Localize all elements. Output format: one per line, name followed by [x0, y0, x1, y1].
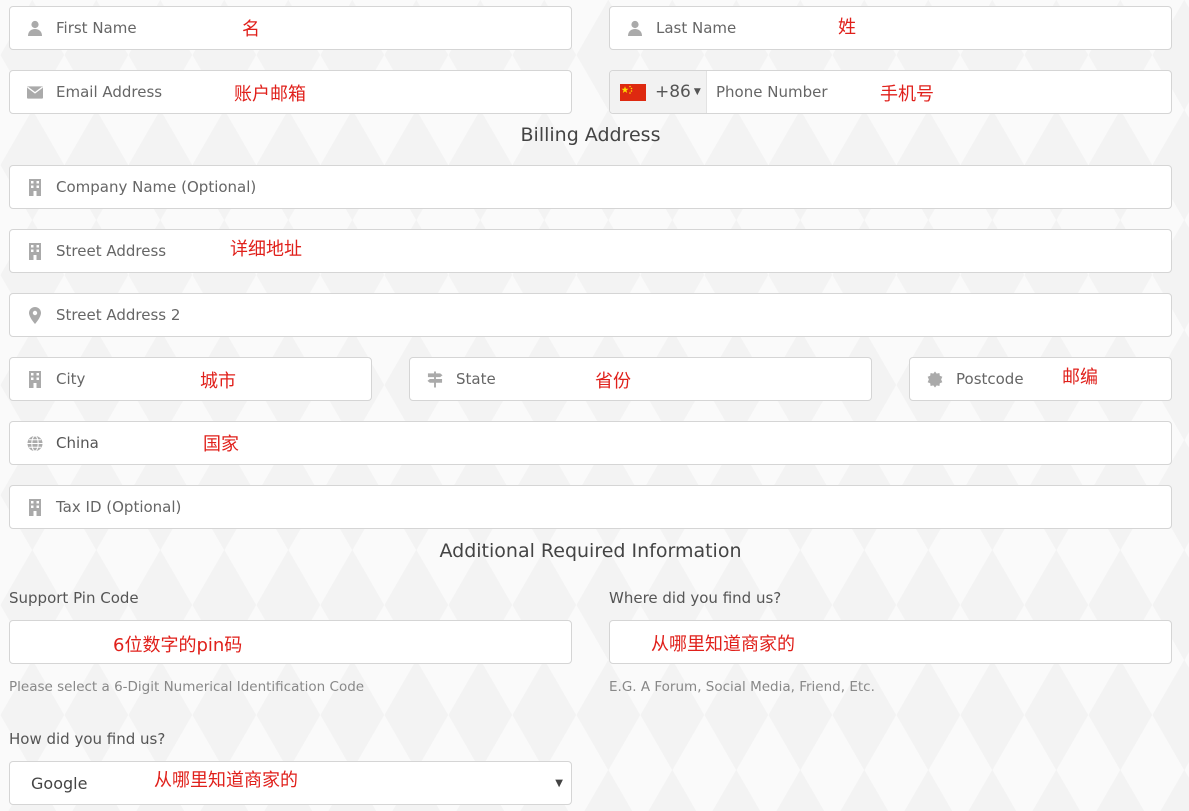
tax-id-placeholder: Tax ID (Optional) — [56, 498, 182, 516]
globe-icon — [27, 434, 43, 452]
street-address-2-field[interactable]: Street Address 2 — [9, 293, 1172, 337]
city-field[interactable]: City — [9, 357, 372, 401]
street-address-note: 详细地址 — [230, 239, 302, 260]
country-note: 国家 — [203, 434, 239, 455]
city-note: 城市 — [200, 371, 236, 392]
first-name-field[interactable]: First Name — [9, 6, 572, 50]
street-address-placeholder: Street Address — [56, 242, 167, 260]
phone-placeholder: Phone Number — [716, 83, 828, 101]
certificate-icon — [927, 371, 943, 387]
where-found-note: 从哪里知道商家的 — [651, 634, 795, 655]
email-note: 账户邮箱 — [234, 84, 306, 105]
where-found-hint: E.G. A Forum, Social Media, Friend, Etc. — [609, 679, 875, 695]
support-pin-note: 6位数字的pin码 — [113, 635, 243, 656]
signpost-icon — [427, 371, 443, 387]
first-name-note: 名 — [242, 19, 260, 40]
company-field[interactable]: Company Name (Optional) — [9, 165, 1172, 209]
dial-code: +86 — [655, 82, 691, 102]
state-placeholder: State — [456, 370, 496, 388]
tax-id-field[interactable]: Tax ID (Optional) — [9, 485, 1172, 529]
phone-note: 手机号 — [880, 84, 934, 105]
caret-down-icon: ▼ — [693, 87, 701, 97]
building-icon — [27, 242, 43, 260]
how-found-selected: Google — [31, 773, 88, 793]
country-code-selector[interactable]: +86 ▼ — [610, 71, 707, 113]
last-name-field[interactable]: Last Name — [609, 6, 1172, 50]
caret-down-icon: ▼ — [555, 777, 563, 789]
email-placeholder: Email Address — [56, 83, 163, 101]
last-name-note: 姓 — [838, 17, 856, 38]
city-placeholder: City — [56, 370, 86, 388]
user-icon — [627, 20, 643, 36]
where-found-label: Where did you find us? — [609, 589, 782, 607]
country-value: China — [56, 434, 99, 452]
first-name-placeholder: First Name — [56, 19, 137, 37]
map-marker-icon — [27, 306, 43, 324]
china-flag-icon — [620, 83, 646, 101]
state-field[interactable]: State — [409, 357, 872, 401]
billing-address-title: Billing Address — [520, 124, 661, 146]
building-icon — [27, 178, 43, 196]
street-address-2-placeholder: Street Address 2 — [56, 306, 181, 324]
country-field[interactable]: China — [9, 421, 1172, 465]
building-icon — [27, 498, 43, 516]
street-address-field[interactable]: Street Address — [9, 229, 1172, 273]
user-icon — [27, 20, 43, 36]
postcode-placeholder: Postcode — [956, 370, 1024, 388]
building-icon — [27, 370, 43, 388]
postcode-field[interactable]: Postcode — [909, 357, 1172, 401]
additional-info-title: Additional Required Information — [439, 540, 742, 562]
last-name-placeholder: Last Name — [656, 19, 737, 37]
support-pin-input[interactable] — [9, 620, 572, 664]
how-found-label: How did you find us? — [9, 730, 166, 748]
envelope-icon — [27, 84, 43, 100]
state-note: 省份 — [595, 371, 631, 392]
support-pin-hint: Please select a 6-Digit Numerical Identi… — [9, 679, 365, 695]
support-pin-label: Support Pin Code — [9, 589, 139, 607]
company-placeholder: Company Name (Optional) — [56, 178, 257, 196]
how-found-note: 从哪里知道商家的 — [154, 770, 298, 791]
postcode-note: 邮编 — [1062, 367, 1098, 388]
